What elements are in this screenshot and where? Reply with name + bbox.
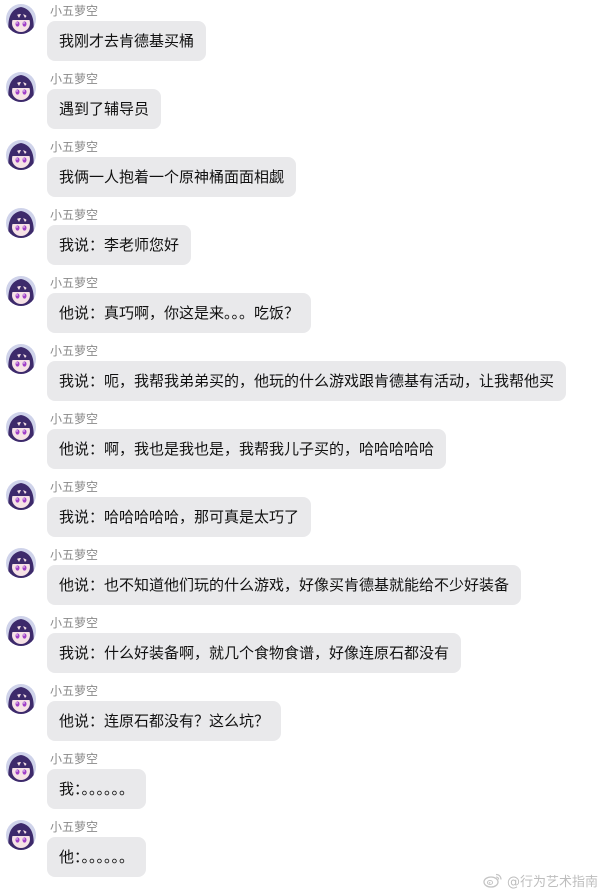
message-bubble: 我刚才去肯德基买桶 (47, 21, 207, 61)
sender-name: 小五萝空 (50, 344, 99, 358)
weibo-icon (483, 872, 503, 888)
avatar[interactable] (6, 4, 36, 34)
sender-name: 小五萝空 (50, 72, 99, 86)
avatar[interactable] (6, 72, 36, 102)
sender-name: 小五萝空 (50, 4, 99, 18)
chat-message: 小五萝空 我：。。。。。。 (0, 748, 606, 816)
sender-name: 小五萝空 (50, 208, 99, 222)
avatar[interactable] (6, 276, 36, 306)
watermark: @行为艺术指南 (483, 870, 598, 890)
chat-message: 小五萝空 我说：李老师您好 (0, 204, 606, 272)
message-bubble: 他说：真巧啊，你这是来。。。吃饭？ (47, 293, 312, 333)
message-bubble: 遇到了辅导员 (47, 89, 162, 129)
chat-message: 小五萝空 他说：也不知道他们玩的什么游戏，好像买肯德基就能给不少好装备 (0, 544, 606, 612)
message-bubble: 他说：也不知道他们玩的什么游戏，好像买肯德基就能给不少好装备 (47, 565, 522, 605)
chat-log: 小五萝空 我刚才去肯德基买桶 小五萝空 遇到了辅导员 小五萝空 我俩一人抱着一个… (0, 0, 606, 896)
sender-name: 小五萝空 (50, 276, 99, 290)
chat-message: 小五萝空 我说：哈哈哈哈哈，那可真是太巧了 (0, 476, 606, 544)
avatar[interactable] (6, 140, 36, 170)
message-bubble: 我说：哈哈哈哈哈，那可真是太巧了 (47, 497, 312, 537)
chat-message: 小五萝空 我刚才去肯德基买桶 (0, 0, 606, 68)
avatar[interactable] (6, 480, 36, 510)
message-bubble: 我说：什么好装备啊，就几个食物食谱，好像连原石都没有 (47, 633, 462, 673)
sender-name: 小五萝空 (50, 616, 99, 630)
sender-name: 小五萝空 (50, 548, 99, 562)
message-bubble: 我说：呃，我帮我弟弟买的，他玩的什么游戏跟肯德基有活动，让我帮他买 (47, 361, 567, 401)
chat-message: 小五萝空 他说：连原石都没有？这么坑？ (0, 680, 606, 748)
avatar[interactable] (6, 684, 36, 714)
watermark-text: @行为艺术指南 (506, 874, 598, 890)
chat-message: 小五萝空 我说：呃，我帮我弟弟买的，他玩的什么游戏跟肯德基有活动，让我帮他买 (0, 340, 606, 408)
avatar[interactable] (6, 752, 36, 782)
sender-name: 小五萝空 (50, 752, 99, 766)
message-bubble: 他说：啊，我也是我也是，我帮我儿子买的，哈哈哈哈哈 (47, 429, 447, 469)
message-bubble: 我：。。。。。。 (47, 769, 147, 809)
message-bubble: 我俩一人抱着一个原神桶面面相觑 (47, 157, 297, 197)
avatar[interactable] (6, 616, 36, 646)
chat-message: 小五萝空 他说：啊，我也是我也是，我帮我儿子买的，哈哈哈哈哈 (0, 408, 606, 476)
sender-name: 小五萝空 (50, 480, 99, 494)
message-bubble: 我说：李老师您好 (47, 225, 192, 265)
chat-message: 小五萝空 我俩一人抱着一个原神桶面面相觑 (0, 136, 606, 204)
chat-message: 小五萝空 我说：什么好装备啊，就几个食物食谱，好像连原石都没有 (0, 612, 606, 680)
sender-name: 小五萝空 (50, 684, 99, 698)
avatar[interactable] (6, 412, 36, 442)
chat-message: 小五萝空 遇到了辅导员 (0, 68, 606, 136)
sender-name: 小五萝空 (50, 820, 99, 834)
avatar[interactable] (6, 548, 36, 578)
avatar[interactable] (6, 344, 36, 374)
sender-name: 小五萝空 (50, 412, 99, 426)
message-bubble: 他：。。。。。。 (47, 837, 147, 877)
avatar[interactable] (6, 820, 36, 850)
avatar[interactable] (6, 208, 36, 238)
message-bubble: 他说：连原石都没有？这么坑？ (47, 701, 282, 741)
sender-name: 小五萝空 (50, 140, 99, 154)
chat-message: 小五萝空 他说：真巧啊，你这是来。。。吃饭？ (0, 272, 606, 340)
